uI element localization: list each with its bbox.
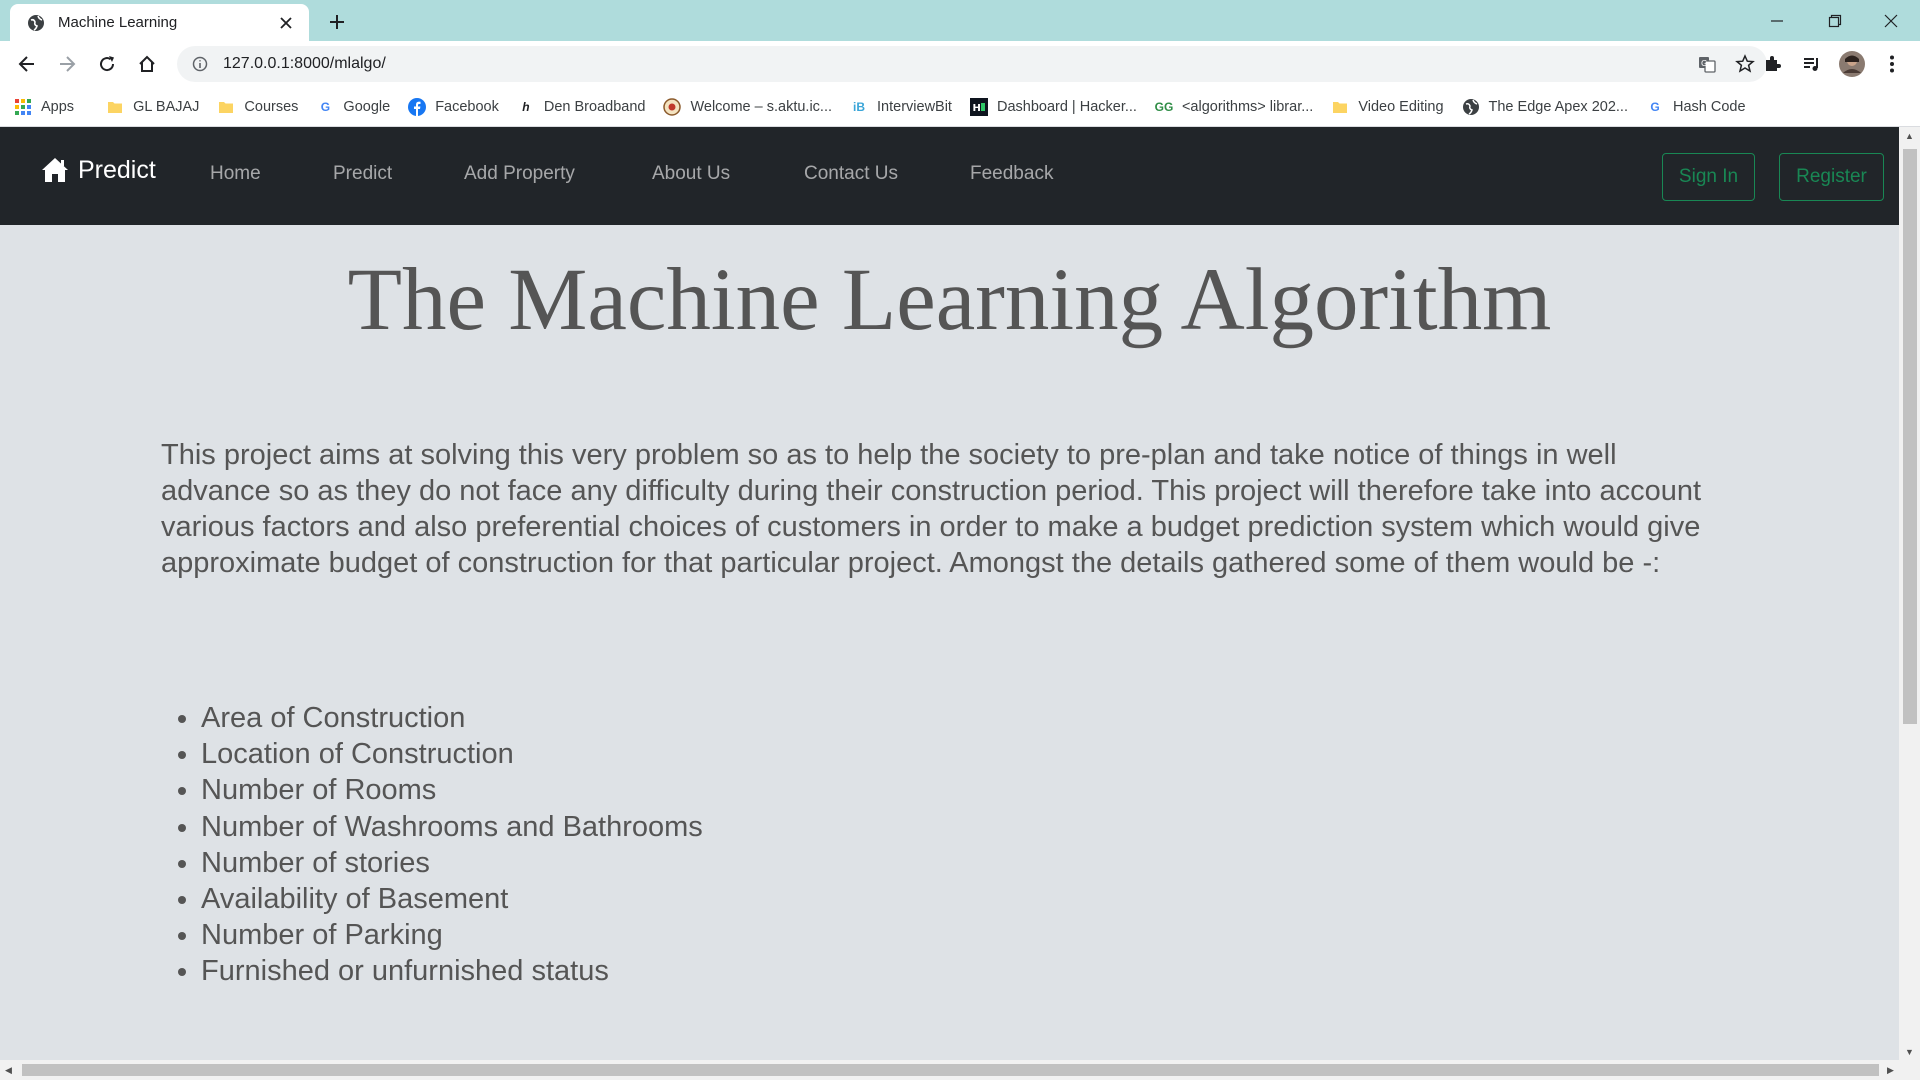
list-item: Area of Construction xyxy=(201,700,703,736)
den-icon: h xyxy=(522,99,530,114)
list-item: Number of Parking xyxy=(201,917,703,953)
brand-label: Predict xyxy=(78,155,156,184)
aktu-icon xyxy=(663,97,682,116)
tab-close-icon[interactable] xyxy=(275,12,297,34)
nav-link-home[interactable]: Home xyxy=(210,163,261,185)
horizontal-scrollbar[interactable]: ◀ ▶ xyxy=(0,1060,1920,1080)
scroll-down-arrow-icon[interactable]: ▼ xyxy=(1899,1043,1920,1060)
nav-link-contact-us[interactable]: Contact Us xyxy=(804,163,898,185)
forward-arrow-icon[interactable] xyxy=(51,48,83,80)
feature-list: Area of Construction Location of Constru… xyxy=(161,700,703,990)
bookmark-hackerrank[interactable]: H Dashboard | Hacker... xyxy=(969,97,1137,116)
page-title: The Machine Learning Algorithm xyxy=(347,251,1552,349)
bookmark-aktu[interactable]: Welcome – s.aktu.ic... xyxy=(663,97,832,116)
bookmark-courses[interactable]: Courses xyxy=(217,98,298,116)
apps-grid-icon xyxy=(14,98,32,116)
close-window-icon[interactable] xyxy=(1862,0,1920,41)
bookmark-video-editing[interactable]: Video Editing xyxy=(1331,98,1444,116)
restore-icon[interactable] xyxy=(1806,0,1864,41)
intro-paragraph: This project aims at solving this very p… xyxy=(161,439,1702,579)
bookmark-facebook[interactable]: Facebook xyxy=(408,97,499,116)
browser-toolbar: 127.0.0.1:8000/mlalgo/ G xyxy=(0,41,1920,87)
address-bar[interactable]: 127.0.0.1:8000/mlalgo/ G xyxy=(177,46,1767,82)
list-item: Availability of Basement xyxy=(201,881,703,917)
extensions-puzzle-icon[interactable] xyxy=(1756,48,1788,80)
list-item: Location of Construction xyxy=(201,736,703,772)
globe-icon xyxy=(1462,98,1480,116)
folder-icon xyxy=(217,98,235,116)
register-button[interactable]: Register xyxy=(1779,153,1884,201)
scroll-up-arrow-icon[interactable]: ▲ xyxy=(1899,127,1920,144)
browser-tabstrip: Machine Learning xyxy=(0,0,1920,41)
back-arrow-icon[interactable] xyxy=(11,48,43,80)
home-icon[interactable] xyxy=(131,48,163,80)
interviewbit-icon: iB xyxy=(853,99,866,114)
bookmark-edge-apex[interactable]: The Edge Apex 202... xyxy=(1462,98,1628,116)
nav-link-feedback[interactable]: Feedback xyxy=(970,163,1053,185)
nav-link-predict[interactable]: Predict xyxy=(333,163,392,185)
bookmark-google[interactable]: G Google xyxy=(316,98,390,116)
svg-text:G: G xyxy=(1701,59,1707,68)
google-icon: G xyxy=(1650,99,1660,114)
scroll-right-arrow-icon[interactable]: ▶ xyxy=(1882,1060,1899,1080)
folder-icon xyxy=(1331,98,1349,116)
list-item: Number of Rooms xyxy=(201,772,703,808)
vertical-scrollbar[interactable]: ▲ ▼ xyxy=(1899,127,1920,1060)
reload-icon[interactable] xyxy=(91,48,123,80)
bookmark-gl-bajaj[interactable]: GL BAJAJ xyxy=(106,98,199,116)
site-info-icon[interactable] xyxy=(189,53,211,75)
vertical-scroll-thumb[interactable] xyxy=(1903,149,1917,724)
gfg-icon: GG xyxy=(1154,99,1174,114)
page-viewport: Predict Home Predict Add Property About … xyxy=(0,127,1899,1060)
bookmark-hash-code[interactable]: G Hash Code xyxy=(1646,98,1745,116)
browser-tab-active[interactable]: Machine Learning xyxy=(10,4,309,41)
list-item: Number of stories xyxy=(201,845,703,881)
menu-kebab-icon[interactable] xyxy=(1876,48,1908,80)
tab-title: Machine Learning xyxy=(58,14,178,31)
list-item: Furnished or unfurnished status xyxy=(201,953,703,989)
nav-link-about-us[interactable]: About Us xyxy=(652,163,730,185)
bookmark-den-broadband[interactable]: h Den Broadband xyxy=(517,98,645,116)
sign-in-button[interactable]: Sign In xyxy=(1662,153,1755,201)
folder-icon xyxy=(106,98,124,116)
nav-link-add-property[interactable]: Add Property xyxy=(464,163,575,185)
url-text: 127.0.0.1:8000/mlalgo/ xyxy=(223,55,386,72)
list-item: Number of Washrooms and Bathrooms xyxy=(201,809,703,845)
scroll-left-arrow-icon[interactable]: ◀ xyxy=(0,1060,17,1080)
bookmarks-bar: Apps GL BAJAJ Courses G Google Facebook … xyxy=(0,87,1920,127)
site-navbar: Predict Home Predict Add Property About … xyxy=(0,127,1899,225)
google-icon: G xyxy=(320,99,331,114)
horizontal-scroll-thumb[interactable] xyxy=(22,1064,1879,1076)
globe-icon xyxy=(26,13,46,33)
facebook-icon xyxy=(408,97,427,116)
house-icon xyxy=(40,155,70,185)
bookmark-interviewbit[interactable]: iB InterviewBit xyxy=(850,98,952,116)
bookmark-apps[interactable]: Apps xyxy=(14,98,74,116)
media-control-icon[interactable] xyxy=(1796,48,1828,80)
svg-text:H: H xyxy=(972,103,980,114)
translate-icon[interactable]: G xyxy=(1691,48,1723,80)
hackerrank-icon: H xyxy=(969,97,988,116)
profile-avatar[interactable] xyxy=(1836,48,1868,80)
minimize-icon[interactable] xyxy=(1748,0,1806,41)
navbar-brand[interactable]: Predict xyxy=(40,155,156,185)
new-tab-plus-icon[interactable] xyxy=(323,8,351,36)
bookmark-gfg[interactable]: GG <algorithms> librar... xyxy=(1154,98,1314,116)
